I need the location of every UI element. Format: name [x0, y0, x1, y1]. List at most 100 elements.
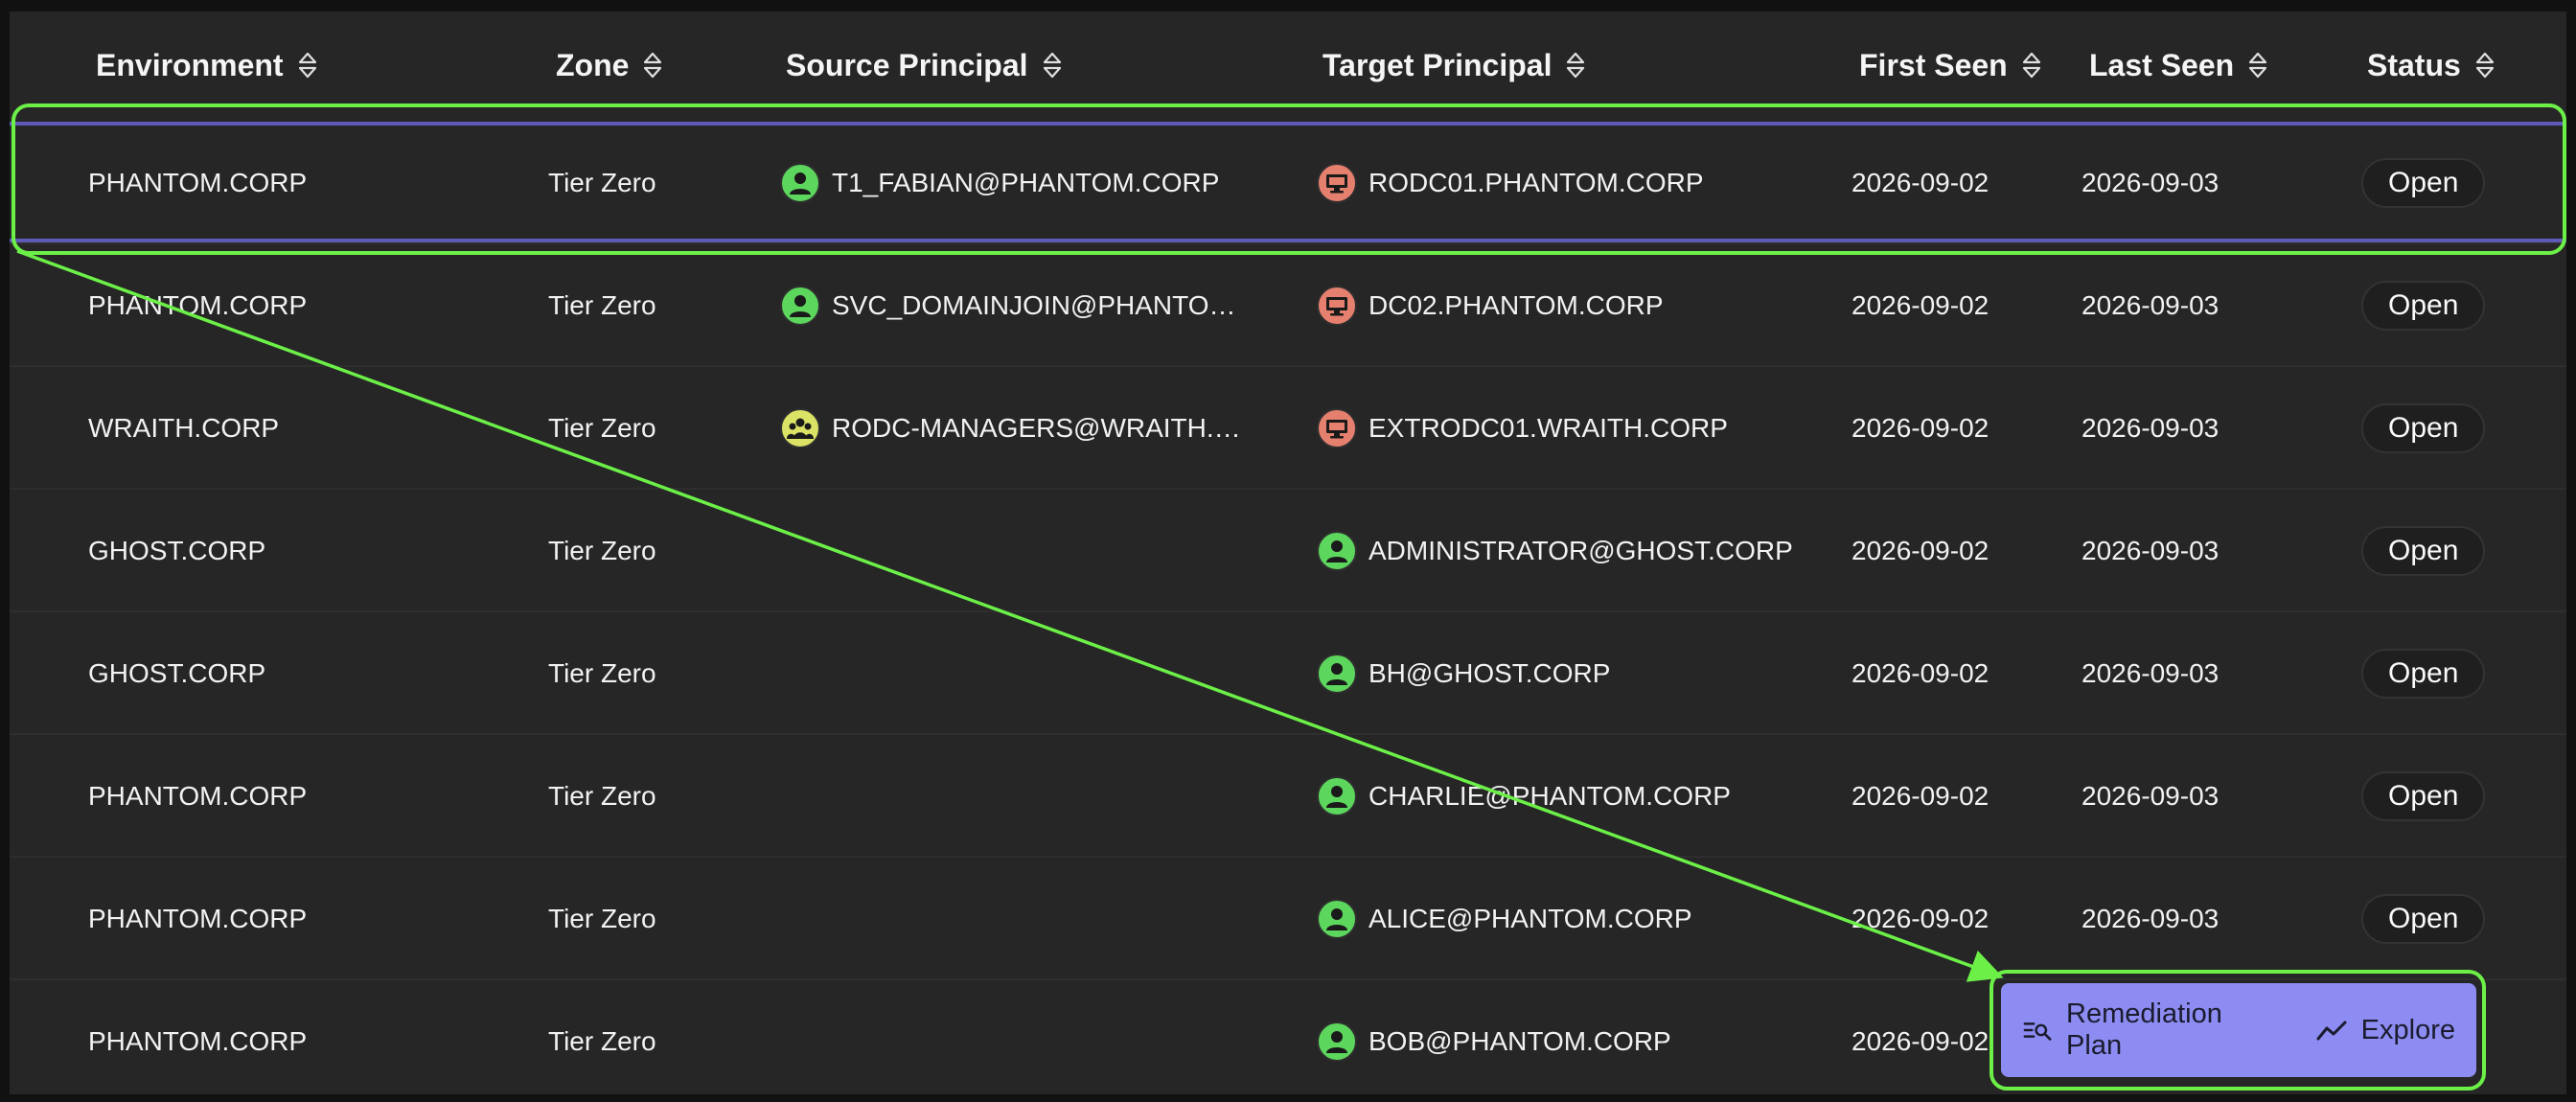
- cell-source-principal[interactable]: SVC_DOMAINJOIN@PHANTOM.CORP: [780, 244, 1259, 367]
- status-badge[interactable]: Open: [2361, 281, 2486, 331]
- sort-icon[interactable]: [2247, 51, 2268, 80]
- table-header: Environment Zone Source Principal Target…: [10, 11, 2566, 117]
- computer-icon: [1317, 408, 1357, 448]
- cell-target-principal[interactable]: BOB@PHANTOM.CORP: [1317, 980, 1815, 1094]
- computer-icon: [1317, 286, 1357, 326]
- status-badge[interactable]: Open: [2361, 403, 2486, 453]
- cell-environment: PHANTOM.CORP: [88, 168, 308, 197]
- status-badge[interactable]: Open: [2361, 526, 2486, 576]
- cell-status: Open: [2361, 244, 2486, 367]
- column-header-first-seen[interactable]: First Seen: [1859, 44, 2042, 86]
- computer-icon: [1317, 163, 1357, 203]
- status-badge[interactable]: Open: [2361, 771, 2486, 821]
- target-principal-name: ALICE@PHANTOM.CORP: [1368, 904, 1692, 933]
- status-badge[interactable]: Open: [2361, 894, 2486, 944]
- cell-zone: Tier Zero: [548, 904, 656, 933]
- target-principal-name: BH@GHOST.CORP: [1368, 658, 1611, 688]
- user-icon: [1317, 899, 1357, 939]
- column-header-target-principal[interactable]: Target Principal: [1322, 44, 1586, 86]
- cell-target-principal[interactable]: EXTRODC01.WRAITH.CORP: [1317, 367, 1815, 490]
- cell-first-seen: 2026-09-02: [1852, 781, 1990, 811]
- cell-environment: PHANTOM.CORP: [88, 290, 308, 320]
- cell-status: Open: [2361, 858, 2486, 980]
- column-header-source-principal[interactable]: Source Principal: [786, 44, 1063, 86]
- sort-icon[interactable]: [2021, 51, 2042, 80]
- cell-status: Open: [2361, 367, 2486, 490]
- cell-last-seen: 2026-09-03: [2082, 413, 2220, 443]
- cell-last-seen: 2026-09-03: [2082, 536, 2220, 565]
- table-row[interactable]: GHOST.CORP Tier Zero ADMINISTRATOR@GHOST.C…: [10, 490, 2566, 612]
- cell-target-principal[interactable]: CHARLIE@PHANTOM.CORP: [1317, 735, 1815, 858]
- cell-environment: WRAITH.CORP: [88, 413, 280, 443]
- sort-icon[interactable]: [1042, 51, 1063, 80]
- cell-last-seen: 2026-09-03: [2082, 168, 2220, 197]
- cell-first-seen: 2026-09-02: [1852, 1026, 1990, 1056]
- target-principal-name: DC02.PHANTOM.CORP: [1368, 290, 1664, 320]
- sort-icon[interactable]: [1565, 51, 1586, 80]
- cell-first-seen: 2026-09-02: [1852, 168, 1990, 197]
- sort-icon[interactable]: [297, 51, 318, 80]
- trend-line-icon: [2316, 1021, 2347, 1041]
- target-principal-name: RODC01.PHANTOM.CORP: [1368, 168, 1704, 197]
- cell-first-seen: 2026-09-02: [1852, 536, 1990, 565]
- search-list-icon: [2023, 1022, 2052, 1041]
- row-action-bar: Remediation Plan Explore: [2001, 983, 2476, 1077]
- table-row[interactable]: PHANTOM.CORP Tier Zero CHARLIE@PHANTOM.COR…: [10, 735, 2566, 858]
- table-row[interactable]: WRAITH.CORP Tier Zero RODC-MANAGERS@WRAITH…: [10, 367, 2566, 490]
- table-row[interactable]: GHOST.CORP Tier Zero BH@GHOST.CORP 2026-09-…: [10, 612, 2566, 735]
- cell-target-principal[interactable]: ADMINISTRATOR@GHOST.CORP: [1317, 490, 1815, 612]
- cell-environment: PHANTOM.CORP: [88, 904, 308, 933]
- status-badge[interactable]: Open: [2361, 158, 2486, 208]
- cell-status: Open: [2361, 122, 2486, 244]
- cell-first-seen: 2026-09-02: [1852, 290, 1990, 320]
- cell-target-principal[interactable]: ALICE@PHANTOM.CORP: [1317, 858, 1815, 980]
- target-principal-name: ADMINISTRATOR@GHOST.CORP: [1368, 536, 1793, 565]
- cell-zone: Tier Zero: [548, 658, 656, 688]
- table-body: PHANTOM.CORP Tier Zero T1_FABIAN@PHANTOM.C…: [10, 122, 2566, 1094]
- cell-last-seen: 2026-09-03: [2082, 781, 2220, 811]
- user-icon: [780, 286, 820, 326]
- user-icon: [1317, 531, 1357, 571]
- cell-environment: PHANTOM.CORP: [88, 781, 308, 811]
- explore-button[interactable]: Explore: [2294, 983, 2476, 1077]
- cell-zone: Tier Zero: [548, 781, 656, 811]
- cell-environment: PHANTOM.CORP: [88, 1026, 308, 1056]
- remediation-plan-button[interactable]: Remediation Plan: [2001, 983, 2294, 1077]
- cell-source-principal[interactable]: RODC-MANAGERS@WRAITH.CORP: [780, 367, 1259, 490]
- cell-environment: GHOST.CORP: [88, 536, 266, 565]
- cell-zone: Tier Zero: [548, 290, 656, 320]
- cell-source-principal[interactable]: T1_FABIAN@PHANTOM.CORP: [780, 122, 1259, 244]
- cell-first-seen: 2026-09-02: [1852, 904, 1990, 933]
- status-badge[interactable]: Open: [2361, 649, 2486, 699]
- cell-environment: GHOST.CORP: [88, 658, 266, 688]
- source-principal-name: SVC_DOMAINJOIN@PHANTOM.CORP: [832, 290, 1254, 320]
- sort-icon[interactable]: [642, 51, 663, 80]
- target-principal-name: EXTRODC01.WRAITH.CORP: [1368, 413, 1728, 443]
- table-row[interactable]: PHANTOM.CORP Tier Zero SVC_DOMAINJOIN@PHAN…: [10, 244, 2566, 367]
- table-row[interactable]: PHANTOM.CORP Tier Zero T1_FABIAN@PHANTOM.C…: [10, 122, 2566, 244]
- cell-last-seen: 2026-09-03: [2082, 290, 2220, 320]
- column-header-zone[interactable]: Zone: [556, 44, 663, 86]
- column-header-status[interactable]: Status: [2367, 44, 2496, 86]
- user-icon: [1317, 776, 1357, 816]
- cell-zone: Tier Zero: [548, 1026, 656, 1056]
- cell-last-seen: 2026-09-03: [2082, 658, 2220, 688]
- column-header-last-seen[interactable]: Last Seen: [2089, 44, 2268, 86]
- findings-table: Environment Zone Source Principal Target…: [10, 11, 2566, 1094]
- sort-icon[interactable]: [2474, 51, 2496, 80]
- column-header-environment[interactable]: Environment: [96, 44, 318, 86]
- cell-status: Open: [2361, 612, 2486, 735]
- cell-last-seen: 2026-09-03: [2082, 904, 2220, 933]
- cell-target-principal[interactable]: DC02.PHANTOM.CORP: [1317, 244, 1815, 367]
- target-principal-name: CHARLIE@PHANTOM.CORP: [1368, 781, 1731, 811]
- group-icon: [780, 408, 820, 448]
- table-row[interactable]: PHANTOM.CORP Tier Zero ALICE@PHANTOM.CORP 2…: [10, 858, 2566, 980]
- cell-status: Open: [2361, 490, 2486, 612]
- source-principal-name: RODC-MANAGERS@WRAITH.CORP: [832, 413, 1254, 443]
- user-icon: [780, 163, 820, 203]
- cell-first-seen: 2026-09-02: [1852, 413, 1990, 443]
- user-icon: [1317, 654, 1357, 694]
- cell-zone: Tier Zero: [548, 413, 656, 443]
- cell-target-principal[interactable]: BH@GHOST.CORP: [1317, 612, 1815, 735]
- cell-target-principal[interactable]: RODC01.PHANTOM.CORP: [1317, 122, 1815, 244]
